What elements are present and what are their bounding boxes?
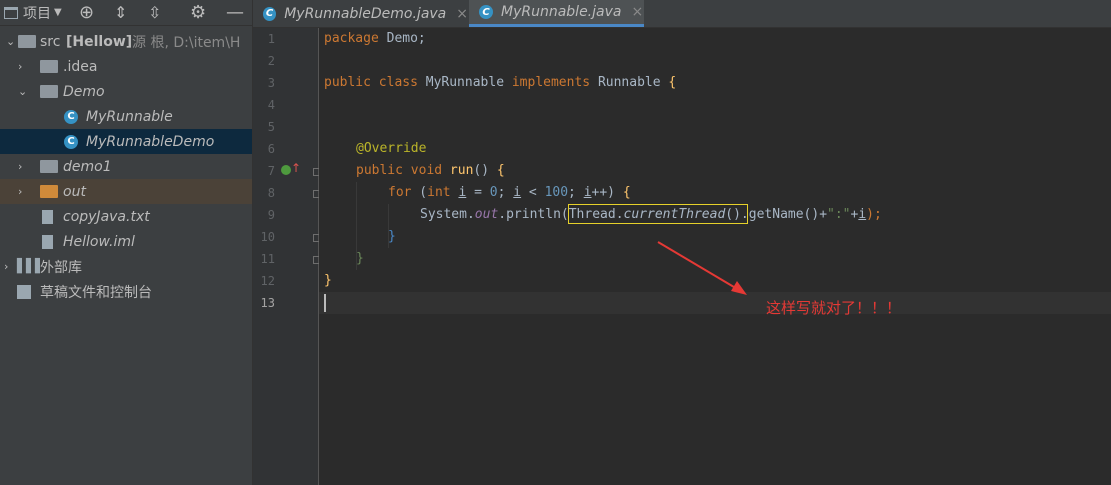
folder-icon (40, 60, 58, 73)
line-number: 9 (267, 208, 275, 222)
tree-item-label: src (40, 33, 61, 50)
line-number: 2 (267, 54, 275, 68)
chevron-right-icon[interactable]: › (18, 60, 22, 73)
project-view-dropdown[interactable]: 项目 ▼ (4, 0, 62, 25)
java-class-icon: C (64, 109, 78, 124)
chevron-down-icon[interactable]: ⌄ (6, 35, 15, 48)
gear-icon[interactable]: ⚙ (190, 0, 206, 25)
line-number: 12 (260, 274, 275, 288)
line-number: 8 (267, 186, 275, 200)
tab-myrunnable[interactable]: C MyRunnable.java × (469, 0, 644, 27)
implements-method-icon[interactable] (281, 165, 291, 175)
text-file-icon (42, 209, 53, 224)
tree-item-label: 外部库 (40, 259, 82, 276)
tree-item-demo1[interactable]: › demo1 (0, 154, 252, 179)
line-number: 4 (267, 98, 275, 112)
arrow-up-icon: ↑ (291, 161, 302, 175)
line-number: 13 (260, 296, 275, 310)
tab-label: MyRunnableDemo.java (284, 5, 447, 22)
java-class-icon: C (479, 5, 493, 19)
line-number: 11 (260, 252, 275, 266)
project-panel: 项目 ▼ ⊕ ⇕ ⇳ ⚙ — ⌄ src [Hellow] 源 根, D:\it… (0, 0, 253, 485)
tree-item-label: out (63, 183, 86, 200)
line-number: 1 (267, 32, 275, 46)
tree-item-external-libs[interactable]: › ▌▌▌ 外部库 (0, 254, 252, 279)
expand-all-icon[interactable]: ⇕ (114, 0, 127, 25)
tree-item-demo[interactable]: ⌄ Demo (0, 79, 252, 104)
chevron-down-icon[interactable]: ⌄ (18, 85, 27, 98)
line-number: 3 (267, 76, 275, 90)
package-icon (40, 160, 58, 173)
close-icon[interactable]: × (456, 6, 468, 22)
line-number: 6 (267, 142, 275, 156)
tree-item-hellow-iml[interactable]: Hellow.iml (0, 229, 252, 254)
tree-item-label: Hellow.iml (63, 233, 135, 250)
chevron-right-icon[interactable]: › (18, 160, 22, 173)
tab-label: MyRunnable.java (501, 4, 622, 20)
line-number: 10 (260, 230, 275, 244)
java-class-icon: C (64, 134, 78, 149)
annotation-text: 这样写就对了！！！ (766, 299, 902, 317)
tree-item-label: Demo (63, 83, 105, 100)
code-editor[interactable]: package Demo; public class MyRunnable im… (319, 28, 1111, 485)
tree-item-label: 草稿文件和控制台 (40, 284, 152, 301)
close-icon[interactable]: × (631, 4, 643, 20)
tree-item-myrunnabledemo[interactable]: C MyRunnableDemo (0, 129, 252, 154)
tab-myrunnabledemo[interactable]: C MyRunnableDemo.java × (258, 0, 468, 27)
source-folder-icon (18, 35, 36, 48)
scratches-icon (17, 284, 31, 299)
minimize-icon[interactable]: — (226, 0, 244, 25)
java-class-icon: C (263, 6, 277, 21)
tree-item-label: .idea (63, 58, 98, 75)
locate-icon[interactable]: ⊕ (79, 0, 94, 25)
project-view-label: 项目 (23, 5, 51, 22)
project-toolbar: 项目 ▼ ⊕ ⇕ ⇳ ⚙ — (0, 0, 252, 26)
tree-item-out[interactable]: › out (0, 179, 252, 204)
tree-item-label: MyRunnable (86, 108, 173, 125)
module-file-icon (42, 234, 53, 249)
source-root-path: 源 根, D:\item\H (132, 34, 241, 51)
tree-item-label: copyJava.txt (63, 208, 150, 225)
line-number: 5 (267, 120, 275, 134)
editor-gutter: 1 2 3 4 5 6 7 8 9 10 11 12 13 ↑ (253, 28, 321, 485)
tree-item-myrunnable[interactable]: C MyRunnable (0, 104, 252, 129)
module-name-label: [Hellow] (66, 33, 133, 50)
annotation-arrow-icon (657, 241, 747, 295)
tree-item-src[interactable]: ⌄ src [Hellow] 源 根, D:\item\H (0, 29, 252, 54)
chevron-right-icon[interactable]: › (18, 185, 22, 198)
line-number: 7 (267, 164, 275, 178)
tree-item-copyjava[interactable]: copyJava.txt (0, 204, 252, 229)
chevron-right-icon[interactable]: › (4, 260, 8, 273)
project-window-icon (4, 6, 18, 19)
excluded-folder-icon (40, 185, 58, 198)
tree-item-label: demo1 (63, 158, 112, 175)
collapse-all-icon[interactable]: ⇳ (148, 0, 161, 25)
editor-tabs: C MyRunnableDemo.java × C MyRunnable.jav… (253, 0, 1111, 28)
tree-item-label: MyRunnableDemo (86, 133, 215, 150)
tree-item-scratches[interactable]: 草稿文件和控制台 (0, 279, 252, 304)
chevron-down-icon: ▼ (54, 7, 62, 18)
package-icon (40, 85, 58, 98)
tree-item-idea[interactable]: › .idea (0, 54, 252, 79)
